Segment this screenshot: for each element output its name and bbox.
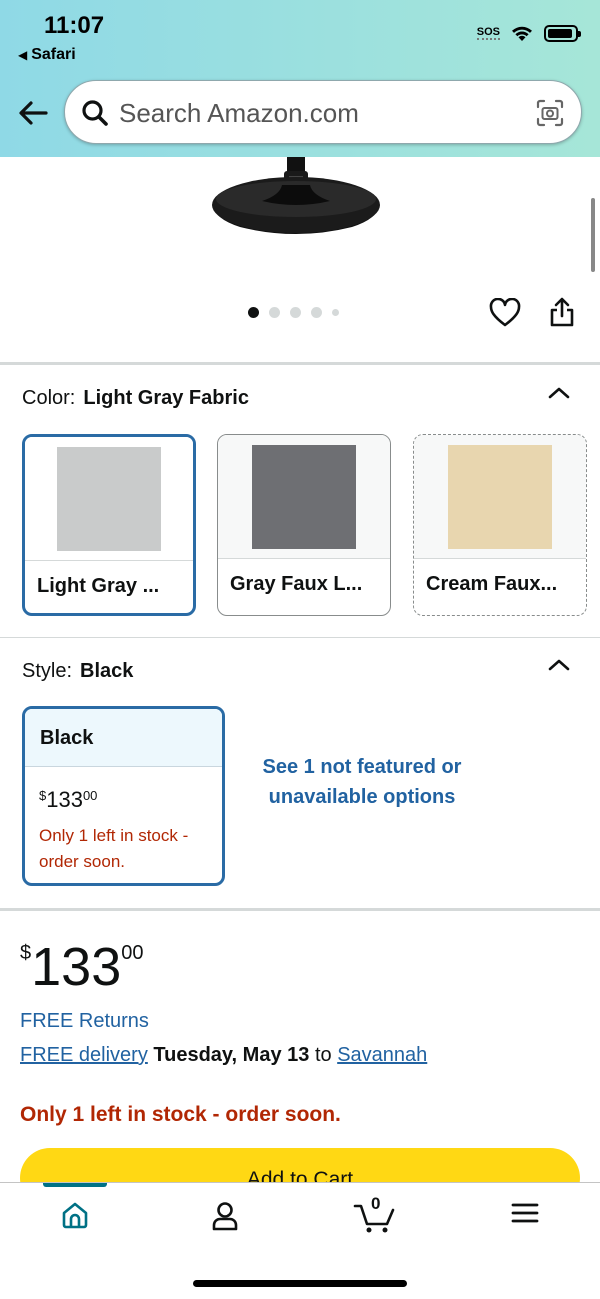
pagination-dot[interactable] — [248, 307, 259, 318]
divider — [0, 362, 600, 365]
swatch-cream-faux — [448, 444, 552, 549]
delivery-date: Tuesday, May 13 — [153, 1044, 310, 1066]
swatch-label: Cream Faux... — [426, 573, 558, 595]
style-option-name: Black — [25, 709, 222, 767]
price-fraction: 00 — [121, 942, 144, 964]
divider — [0, 908, 600, 911]
status-icons: SOS — [476, 24, 581, 42]
battery-icon — [544, 24, 581, 42]
header-bar: 11:07 ◀ Safari SOS — [0, 0, 600, 157]
style-option-price: $13300 — [25, 767, 222, 813]
color-option-light-gray[interactable]: Light Gray ... — [22, 434, 196, 616]
style-option-stock: Only 1 left in stock - order soon. — [39, 826, 189, 871]
divider — [0, 637, 600, 638]
image-pagination — [248, 307, 339, 318]
chevron-up-icon[interactable] — [546, 656, 572, 674]
search-bar[interactable] — [64, 80, 582, 144]
back-to-safari[interactable]: ◀ Safari — [18, 46, 76, 64]
price-fraction: 00 — [82, 788, 98, 803]
share-icon[interactable] — [548, 296, 576, 328]
color-option-gray-faux-leather[interactable]: Gray Faux L... — [217, 434, 391, 616]
pagination-dot[interactable] — [332, 309, 339, 316]
pagination-dot[interactable] — [311, 307, 322, 318]
style-heading: Style: Black — [22, 660, 133, 683]
delivery-location-link[interactable]: Savannah — [337, 1044, 427, 1066]
nav-account[interactable] — [195, 1200, 255, 1240]
product-image[interactable] — [0, 157, 600, 307]
price-whole: 133 — [46, 787, 83, 812]
color-heading: Color: Light Gray Fabric — [22, 387, 249, 410]
price-whole: 133 — [31, 937, 122, 997]
status-time: 11:07 — [44, 12, 105, 39]
hamburger-menu-icon — [511, 1203, 539, 1223]
see-unavailable-options-link[interactable]: See 1 not featured or unavailable option… — [262, 752, 462, 812]
back-triangle-icon: ◀ — [18, 48, 28, 62]
swatch-gray-faux-leather — [252, 444, 356, 549]
free-returns-link[interactable]: FREE Returns — [20, 1010, 149, 1033]
page-scrollbar[interactable] — [591, 198, 595, 272]
swatch-image-wrap — [218, 435, 390, 559]
camera-search-icon[interactable] — [535, 98, 565, 128]
nav-home[interactable] — [45, 1200, 105, 1240]
pagination-dot[interactable] — [269, 307, 280, 318]
wifi-icon — [512, 26, 532, 41]
color-label: Color: — [22, 387, 76, 409]
stock-warning: Only 1 left in stock - order soon. — [20, 1103, 341, 1126]
selected-color: Light Gray Fabric — [83, 387, 249, 409]
swatch-image-wrap — [414, 435, 586, 559]
search-input[interactable] — [119, 95, 519, 131]
cart-count-badge: 0 — [371, 1194, 381, 1213]
pagination-dot[interactable] — [290, 307, 301, 318]
heart-icon[interactable] — [489, 298, 521, 328]
style-label: Style: — [22, 660, 73, 682]
product-price: $13300 — [20, 936, 143, 998]
active-tab-indicator — [43, 1183, 107, 1187]
style-option-black[interactable]: Black $13300 Only 1 left in stock - orde… — [22, 706, 225, 886]
swatch-label: Gray Faux L... — [230, 573, 363, 595]
swatch-light-gray — [57, 446, 161, 551]
color-option-cream-faux[interactable]: Cream Faux... — [413, 434, 587, 616]
nav-menu[interactable] — [495, 1200, 555, 1240]
delivery-info: FREE delivery Tuesday, May 13 to Savanna… — [20, 1044, 427, 1067]
price-currency: $ — [20, 942, 32, 964]
account-icon — [212, 1202, 238, 1231]
sos-indicator: SOS — [476, 25, 500, 40]
back-arrow-icon[interactable] — [14, 94, 52, 132]
swatch-image-wrap — [25, 437, 193, 561]
swatch-label: Light Gray ... — [37, 575, 160, 597]
selected-style: Black — [80, 660, 134, 682]
home-indicator[interactable] — [193, 1280, 407, 1287]
chevron-up-icon[interactable] — [546, 384, 572, 402]
free-delivery-link[interactable]: FREE delivery — [20, 1044, 148, 1066]
delivery-to: to — [314, 1044, 332, 1066]
search-icon — [82, 100, 108, 126]
home-icon — [62, 1202, 88, 1229]
back-app-label: Safari — [31, 46, 76, 63]
